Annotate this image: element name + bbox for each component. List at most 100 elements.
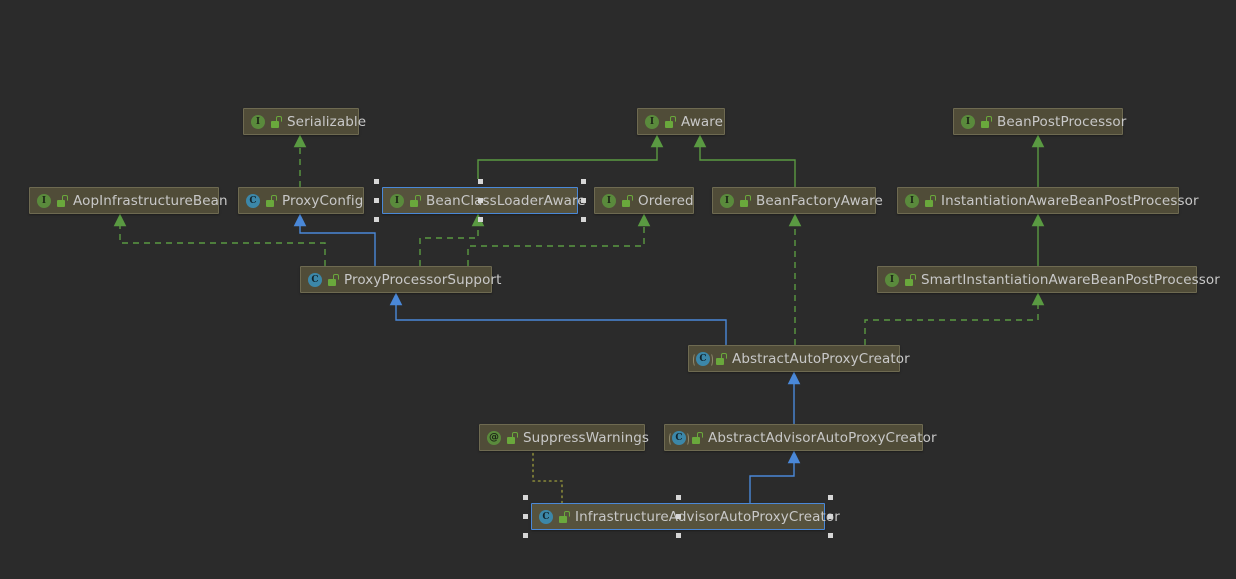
uml-node-label: BeanPostProcessor bbox=[997, 113, 1127, 130]
annotation-icon: @ bbox=[486, 430, 502, 446]
edge-beanclassloaderaware-aware bbox=[477, 134, 664, 179]
public-icon bbox=[271, 115, 282, 128]
selection-handle[interactable] bbox=[478, 198, 483, 203]
selection-handle[interactable] bbox=[828, 514, 833, 519]
selection-handle[interactable] bbox=[523, 514, 528, 519]
interface-icon: I bbox=[389, 193, 405, 209]
selection-handle[interactable] bbox=[374, 217, 379, 222]
uml-node-label: InstantiationAwareBeanPostProcessor bbox=[941, 192, 1199, 209]
kind-glyph: C bbox=[696, 351, 710, 366]
public-icon bbox=[905, 273, 916, 286]
uml-node-label: AbstractAdvisorAutoProxyCreator bbox=[708, 429, 937, 446]
selection-handle[interactable] bbox=[676, 533, 681, 538]
kind-glyph: C bbox=[308, 272, 322, 287]
edge-beanfactoryaware-aware bbox=[693, 134, 796, 187]
class-icon: C bbox=[538, 509, 554, 525]
edge-proxyprocessorsupport-ordered bbox=[467, 213, 651, 266]
uml-node-proxyprocessorsupport[interactable]: C ProxyProcessorSupport bbox=[300, 266, 501, 293]
edge-abstractautoproxycreator-smartinstantiation bbox=[864, 292, 1045, 345]
class-icon: C bbox=[307, 272, 323, 288]
uml-node-smartinstantiation[interactable]: I SmartInstantiationAwareBeanPostProcesso… bbox=[877, 266, 1220, 293]
public-icon bbox=[692, 431, 703, 444]
kind-glyph: C bbox=[539, 509, 553, 524]
interface-icon: I bbox=[36, 193, 52, 209]
kind-glyph: C bbox=[672, 430, 686, 445]
public-icon bbox=[925, 194, 936, 207]
selection-handle[interactable] bbox=[828, 533, 833, 538]
kind-glyph: I bbox=[251, 114, 265, 129]
interface-icon: I bbox=[250, 114, 266, 130]
public-icon bbox=[622, 194, 633, 207]
uml-node-label: SuppressWarnings bbox=[523, 429, 650, 446]
uml-node-label: Ordered bbox=[638, 192, 694, 209]
kind-glyph: I bbox=[645, 114, 659, 129]
interface-icon: I bbox=[960, 114, 976, 130]
uml-node-instantiationaware[interactable]: I InstantiationAwareBeanPostProcessor bbox=[897, 187, 1198, 214]
uml-node-label: AopInfrastructureBean bbox=[73, 192, 228, 209]
interface-icon: I bbox=[644, 114, 660, 130]
public-icon bbox=[559, 510, 570, 523]
selection-handle[interactable] bbox=[676, 514, 681, 519]
kind-glyph: I bbox=[885, 272, 899, 287]
public-icon bbox=[507, 431, 518, 444]
selection-handle[interactable] bbox=[478, 179, 483, 184]
selection-handle[interactable] bbox=[676, 495, 681, 500]
uml-node-label: ProxyProcessorSupport bbox=[344, 271, 502, 288]
uml-node-abstractautoproxycreator[interactable]: C AbstractAutoProxyCreator bbox=[688, 345, 910, 372]
public-icon bbox=[981, 115, 992, 128]
edge-proxyprocessorsupport-beanclassloaderaware bbox=[419, 213, 485, 266]
edge-proxyprocessorsupport-proxyconfig bbox=[293, 213, 376, 266]
kind-glyph: I bbox=[37, 193, 51, 208]
public-icon bbox=[266, 194, 277, 207]
interface-icon: I bbox=[719, 193, 735, 209]
selection-handle[interactable] bbox=[581, 217, 586, 222]
uml-node-serializable[interactable]: I Serializable bbox=[243, 108, 366, 135]
abstract-class-icon: C bbox=[669, 430, 689, 446]
edge-abstractautoproxycreator-proxyprocessorsupport bbox=[389, 292, 727, 345]
kind-glyph: I bbox=[961, 114, 975, 129]
selection-handle[interactable] bbox=[523, 533, 528, 538]
public-icon bbox=[57, 194, 68, 207]
uml-node-label: SmartInstantiationAwareBeanPostProcessor bbox=[921, 271, 1220, 288]
uml-class-diagram-canvas[interactable]: I Serializable I Aware I BeanPostProcessor I Ao… bbox=[0, 0, 1236, 579]
uml-node-label: Serializable bbox=[287, 113, 367, 130]
uml-node-label: ProxyConfig bbox=[282, 192, 364, 209]
uml-node-label: InfrastructureAdvisorAutoProxyCreator bbox=[575, 508, 840, 525]
interface-icon: I bbox=[904, 193, 920, 209]
selection-handle[interactable] bbox=[374, 179, 379, 184]
public-icon bbox=[410, 194, 421, 207]
kind-glyph: I bbox=[720, 193, 734, 208]
uml-node-label: BeanClassLoaderAware bbox=[426, 192, 586, 209]
kind-glyph: I bbox=[905, 193, 919, 208]
uml-node-beanpostprocessor[interactable]: I BeanPostProcessor bbox=[953, 108, 1127, 135]
uml-node-proxyconfig[interactable]: C ProxyConfig bbox=[238, 187, 364, 214]
class-icon: C bbox=[245, 193, 261, 209]
selection-handle[interactable] bbox=[581, 198, 586, 203]
selection-handle[interactable] bbox=[523, 495, 528, 500]
uml-node-aopinfrastructurebean[interactable]: I AopInfrastructureBean bbox=[29, 187, 228, 214]
edge-infrastructureadvisor-suppresswarnings bbox=[532, 450, 563, 504]
uml-node-abstractadvisorautoproxycreator[interactable]: C AbstractAdvisorAutoProxyCreator bbox=[664, 424, 937, 451]
uml-node-aware[interactable]: I Aware bbox=[637, 108, 725, 135]
public-icon bbox=[665, 115, 676, 128]
selection-handle[interactable] bbox=[828, 495, 833, 500]
kind-glyph: I bbox=[602, 193, 616, 208]
public-icon bbox=[740, 194, 751, 207]
abstract-class-icon: C bbox=[693, 351, 713, 367]
kind-glyph: @ bbox=[487, 430, 501, 445]
uml-node-label: BeanFactoryAware bbox=[756, 192, 883, 209]
interface-icon: I bbox=[884, 272, 900, 288]
public-icon bbox=[328, 273, 339, 286]
interface-icon: I bbox=[601, 193, 617, 209]
public-icon bbox=[716, 352, 727, 365]
uml-node-ordered[interactable]: I Ordered bbox=[594, 187, 694, 214]
uml-node-beanfactoryaware[interactable]: I BeanFactoryAware bbox=[712, 187, 883, 214]
edge-infrastructureadvisor-abstractadvisor bbox=[749, 450, 801, 503]
selection-handle[interactable] bbox=[478, 217, 483, 222]
selection-handle[interactable] bbox=[374, 198, 379, 203]
kind-glyph: C bbox=[246, 193, 260, 208]
selection-handle[interactable] bbox=[581, 179, 586, 184]
uml-node-suppresswarnings[interactable]: @ SuppressWarnings bbox=[479, 424, 649, 451]
uml-node-label: AbstractAutoProxyCreator bbox=[732, 350, 910, 367]
uml-node-label: Aware bbox=[681, 113, 724, 130]
